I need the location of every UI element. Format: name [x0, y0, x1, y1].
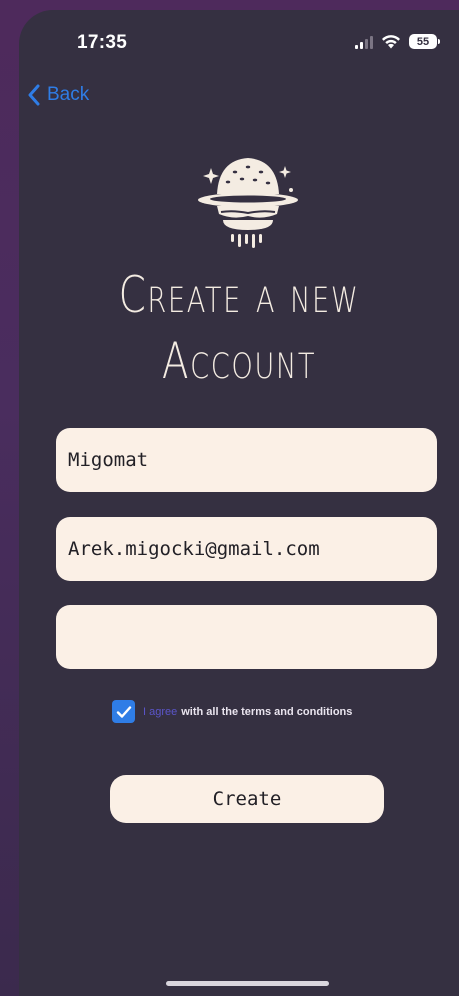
back-label: Back [47, 84, 90, 105]
status-time: 17:35 [77, 32, 128, 53]
terms-agreement: I agree with all the terms and conditions [112, 700, 352, 723]
signup-screen: 17:35 55 Back Create a new Account Migom… [19, 10, 459, 996]
terms-text: I agree with all the terms and conditions [143, 706, 352, 718]
password-input[interactable] [56, 605, 437, 669]
wifi-icon [382, 35, 400, 49]
status-icons: 55 [355, 34, 440, 49]
checkmark-icon [116, 705, 131, 718]
page-title: Create a new Account [67, 262, 410, 394]
back-button[interactable]: Back [27, 84, 89, 106]
username-input[interactable] [56, 428, 437, 492]
title-line-1: Create a new [118, 266, 360, 324]
battery-icon: 55 [409, 34, 440, 49]
title-line-2: Account [161, 332, 317, 390]
battery-level: 55 [416, 35, 430, 48]
terms-checkbox[interactable] [112, 700, 135, 723]
create-button[interactable]: Create [110, 775, 384, 823]
cellular-signal-icon [355, 35, 373, 49]
terms-rest: with all the terms and conditions [181, 705, 353, 718]
email-input[interactable] [56, 517, 437, 581]
burger-logo-icon [198, 158, 298, 248]
status-bar: 17:35 55 [19, 10, 459, 60]
chevron-left-icon [28, 84, 40, 106]
home-indicator [166, 981, 329, 986]
terms-link[interactable]: I agree [143, 706, 177, 718]
